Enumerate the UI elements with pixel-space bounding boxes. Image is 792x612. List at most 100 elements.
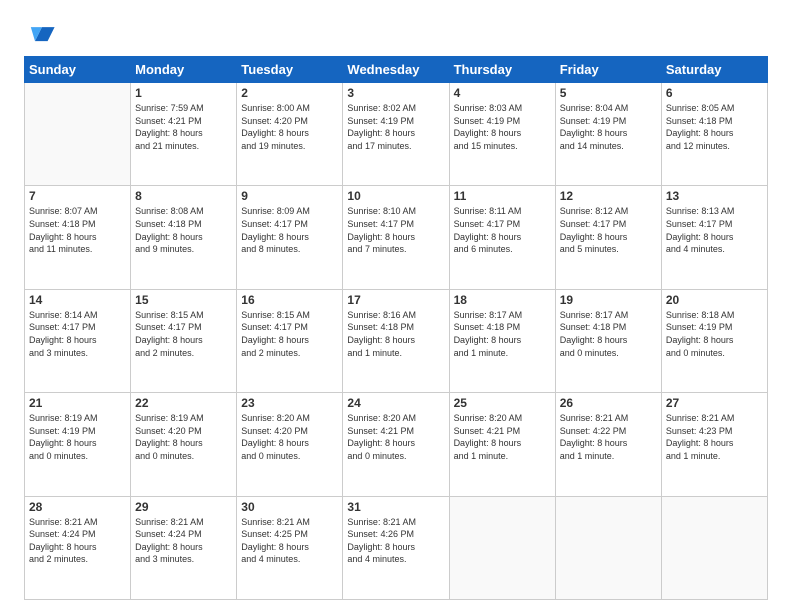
cell-info: Sunrise: 8:15 AMSunset: 4:17 PMDaylight:… — [135, 309, 232, 359]
cell-info: Sunrise: 8:20 AMSunset: 4:21 PMDaylight:… — [347, 412, 444, 462]
day-number: 26 — [560, 396, 657, 410]
day-number: 13 — [666, 189, 763, 203]
cell-info: Sunrise: 8:13 AMSunset: 4:17 PMDaylight:… — [666, 205, 763, 255]
calendar-header-wednesday: Wednesday — [343, 57, 449, 83]
day-number: 31 — [347, 500, 444, 514]
header — [24, 18, 768, 46]
calendar-cell: 24 Sunrise: 8:20 AMSunset: 4:21 PMDayligh… — [343, 393, 449, 496]
calendar-cell: 10 Sunrise: 8:10 AMSunset: 4:17 PMDayligh… — [343, 186, 449, 289]
calendar-cell: 7 Sunrise: 8:07 AMSunset: 4:18 PMDaylight… — [25, 186, 131, 289]
day-number: 1 — [135, 86, 232, 100]
calendar-cell: 17Sunrise: 8:16 AMSunset: 4:18 PMDayligh… — [343, 289, 449, 392]
calendar-cell: 30 Sunrise: 8:21 AMSunset: 4:25 PMDayligh… — [237, 496, 343, 599]
day-number: 6 — [666, 86, 763, 100]
calendar-cell: 9Sunrise: 8:09 AMSunset: 4:17 PMDaylight… — [237, 186, 343, 289]
day-number: 17 — [347, 293, 444, 307]
day-number: 22 — [135, 396, 232, 410]
day-number: 16 — [241, 293, 338, 307]
calendar-cell: 1 Sunrise: 7:59 AMSunset: 4:21 PMDaylight… — [131, 83, 237, 186]
calendar-cell: 27 Sunrise: 8:21 AMSunset: 4:23 PMDayligh… — [661, 393, 767, 496]
calendar-cell: 19Sunrise: 8:17 AMSunset: 4:18 PMDayligh… — [555, 289, 661, 392]
cell-info: Sunrise: 8:11 AMSunset: 4:17 PMDaylight:… — [454, 205, 551, 255]
calendar-cell: 29 Sunrise: 8:21 AMSunset: 4:24 PMDayligh… — [131, 496, 237, 599]
cell-info: Sunrise: 8:00 AMSunset: 4:20 PMDaylight:… — [241, 102, 338, 152]
calendar-header-friday: Friday — [555, 57, 661, 83]
calendar-cell: 23 Sunrise: 8:20 AMSunset: 4:20 PMDayligh… — [237, 393, 343, 496]
calendar-cell: 12Sunrise: 8:12 AMSunset: 4:17 PMDayligh… — [555, 186, 661, 289]
cell-info: Sunrise: 8:08 AMSunset: 4:18 PMDaylight:… — [135, 205, 232, 255]
cell-info: Sunrise: 8:21 AMSunset: 4:24 PMDaylight:… — [135, 516, 232, 566]
cell-info: Sunrise: 8:07 AMSunset: 4:18 PMDaylight:… — [29, 205, 126, 255]
calendar-cell — [449, 496, 555, 599]
day-number: 10 — [347, 189, 444, 203]
calendar-cell: 4 Sunrise: 8:03 AMSunset: 4:19 PMDaylight… — [449, 83, 555, 186]
calendar-cell: 13 Sunrise: 8:13 AMSunset: 4:17 PMDayligh… — [661, 186, 767, 289]
day-number: 5 — [560, 86, 657, 100]
day-number: 21 — [29, 396, 126, 410]
cell-info: Sunrise: 8:21 AMSunset: 4:23 PMDaylight:… — [666, 412, 763, 462]
day-number: 14 — [29, 293, 126, 307]
calendar-table: SundayMondayTuesdayWednesdayThursdayFrid… — [24, 56, 768, 600]
day-number: 29 — [135, 500, 232, 514]
calendar-cell: 15 Sunrise: 8:15 AMSunset: 4:17 PMDayligh… — [131, 289, 237, 392]
cell-info: Sunrise: 8:20 AMSunset: 4:21 PMDaylight:… — [454, 412, 551, 462]
cell-info: Sunrise: 8:17 AMSunset: 4:18 PMDaylight:… — [454, 309, 551, 359]
day-number: 28 — [29, 500, 126, 514]
cell-info: Sunrise: 8:21 AMSunset: 4:24 PMDaylight:… — [29, 516, 126, 566]
logo — [24, 18, 56, 46]
calendar-cell: 11 Sunrise: 8:11 AMSunset: 4:17 PMDayligh… — [449, 186, 555, 289]
cell-info: Sunrise: 8:20 AMSunset: 4:20 PMDaylight:… — [241, 412, 338, 462]
cell-info: Sunrise: 8:10 AMSunset: 4:17 PMDaylight:… — [347, 205, 444, 255]
cell-info: Sunrise: 8:03 AMSunset: 4:19 PMDaylight:… — [454, 102, 551, 152]
day-number: 8 — [135, 189, 232, 203]
logo-icon — [28, 18, 56, 46]
cell-info: Sunrise: 8:21 AMSunset: 4:25 PMDaylight:… — [241, 516, 338, 566]
calendar-cell: 22 Sunrise: 8:19 AMSunset: 4:20 PMDayligh… — [131, 393, 237, 496]
calendar-cell: 25 Sunrise: 8:20 AMSunset: 4:21 PMDayligh… — [449, 393, 555, 496]
cell-info: Sunrise: 8:19 AMSunset: 4:20 PMDaylight:… — [135, 412, 232, 462]
calendar-header-tuesday: Tuesday — [237, 57, 343, 83]
cell-info: Sunrise: 8:05 AMSunset: 4:18 PMDaylight:… — [666, 102, 763, 152]
cell-info: Sunrise: 8:04 AMSunset: 4:19 PMDaylight:… — [560, 102, 657, 152]
calendar-header-monday: Monday — [131, 57, 237, 83]
day-number: 11 — [454, 189, 551, 203]
calendar-cell: 2 Sunrise: 8:00 AMSunset: 4:20 PMDaylight… — [237, 83, 343, 186]
day-number: 12 — [560, 189, 657, 203]
calendar-cell: 5 Sunrise: 8:04 AMSunset: 4:19 PMDaylight… — [555, 83, 661, 186]
calendar-header-thursday: Thursday — [449, 57, 555, 83]
calendar-cell: 21Sunrise: 8:19 AMSunset: 4:19 PMDayligh… — [25, 393, 131, 496]
cell-info: Sunrise: 8:17 AMSunset: 4:18 PMDaylight:… — [560, 309, 657, 359]
calendar-cell — [661, 496, 767, 599]
day-number: 23 — [241, 396, 338, 410]
day-number: 27 — [666, 396, 763, 410]
day-number: 9 — [241, 189, 338, 203]
calendar-cell: 31Sunrise: 8:21 AMSunset: 4:26 PMDayligh… — [343, 496, 449, 599]
calendar-header-sunday: Sunday — [25, 57, 131, 83]
day-number: 4 — [454, 86, 551, 100]
cell-info: Sunrise: 8:18 AMSunset: 4:19 PMDaylight:… — [666, 309, 763, 359]
day-number: 20 — [666, 293, 763, 307]
day-number: 15 — [135, 293, 232, 307]
calendar-cell: 18 Sunrise: 8:17 AMSunset: 4:18 PMDayligh… — [449, 289, 555, 392]
calendar-cell: 6 Sunrise: 8:05 AMSunset: 4:18 PMDaylight… — [661, 83, 767, 186]
calendar-cell: 20 Sunrise: 8:18 AMSunset: 4:19 PMDayligh… — [661, 289, 767, 392]
calendar-cell — [555, 496, 661, 599]
day-number: 30 — [241, 500, 338, 514]
day-number: 3 — [347, 86, 444, 100]
calendar-cell: 28 Sunrise: 8:21 AMSunset: 4:24 PMDayligh… — [25, 496, 131, 599]
cell-info: Sunrise: 8:21 AMSunset: 4:22 PMDaylight:… — [560, 412, 657, 462]
cell-info: Sunrise: 8:02 AMSunset: 4:19 PMDaylight:… — [347, 102, 444, 152]
calendar-header-row: SundayMondayTuesdayWednesdayThursdayFrid… — [25, 57, 768, 83]
calendar-cell: 3 Sunrise: 8:02 AMSunset: 4:19 PMDaylight… — [343, 83, 449, 186]
cell-info: Sunrise: 8:14 AMSunset: 4:17 PMDaylight:… — [29, 309, 126, 359]
calendar-cell: 8 Sunrise: 8:08 AMSunset: 4:18 PMDaylight… — [131, 186, 237, 289]
calendar-cell: 14 Sunrise: 8:14 AMSunset: 4:17 PMDayligh… — [25, 289, 131, 392]
day-number: 18 — [454, 293, 551, 307]
day-number: 7 — [29, 189, 126, 203]
cell-info: Sunrise: 7:59 AMSunset: 4:21 PMDaylight:… — [135, 102, 232, 152]
day-number: 2 — [241, 86, 338, 100]
cell-info: Sunrise: 8:15 AMSunset: 4:17 PMDaylight:… — [241, 309, 338, 359]
day-number: 25 — [454, 396, 551, 410]
calendar-cell — [25, 83, 131, 186]
day-number: 24 — [347, 396, 444, 410]
